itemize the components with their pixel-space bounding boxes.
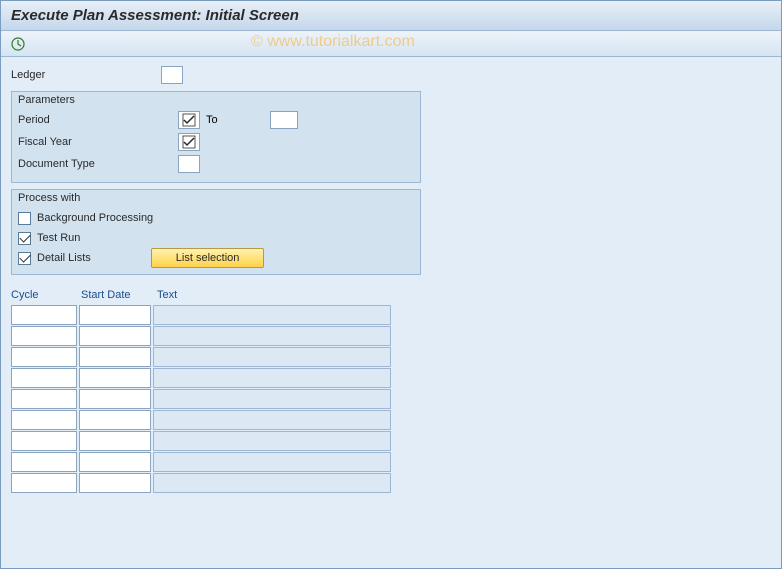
- process-title: Process with: [18, 192, 414, 204]
- watermark: © www.tutorialkart.com: [251, 33, 415, 51]
- text-input[interactable]: [153, 326, 391, 346]
- start-date-input[interactable]: [79, 410, 151, 430]
- cycle-input[interactable]: [11, 410, 77, 430]
- table-row: [11, 368, 771, 388]
- table-header-row: Cycle Start Date Text: [11, 289, 771, 301]
- start-date-input[interactable]: [79, 326, 151, 346]
- cycle-input[interactable]: [11, 389, 77, 409]
- period-row: Period To: [18, 110, 414, 130]
- table-row: [11, 389, 771, 409]
- bg-processing-checkbox[interactable]: [18, 212, 31, 225]
- text-input[interactable]: [153, 452, 391, 472]
- parameters-group: Parameters Period To Fiscal Year Documen…: [11, 91, 421, 183]
- table-row: [11, 305, 771, 325]
- text-input[interactable]: [153, 368, 391, 388]
- detail-lists-checkbox[interactable]: [18, 252, 31, 265]
- cycle-input[interactable]: [11, 452, 77, 472]
- doc-type-row: Document Type: [18, 154, 414, 174]
- bg-processing-label: Background Processing: [37, 212, 153, 224]
- text-input[interactable]: [153, 389, 391, 409]
- table-row: [11, 410, 771, 430]
- test-run-checkbox[interactable]: [18, 232, 31, 245]
- table-row: [11, 326, 771, 346]
- header-start-date: Start Date: [81, 289, 157, 301]
- process-group: Process with Background Processing Test …: [11, 189, 421, 275]
- header-cycle: Cycle: [11, 289, 81, 301]
- text-input[interactable]: [153, 410, 391, 430]
- table-row: [11, 347, 771, 367]
- bg-processing-row: Background Processing: [18, 208, 414, 228]
- test-run-label: Test Run: [37, 232, 80, 244]
- period-label: Period: [18, 114, 178, 126]
- cycle-input[interactable]: [11, 473, 77, 493]
- cycle-input[interactable]: [11, 326, 77, 346]
- start-date-input[interactable]: [79, 473, 151, 493]
- text-input[interactable]: [153, 431, 391, 451]
- text-input[interactable]: [153, 347, 391, 367]
- start-date-input[interactable]: [79, 389, 151, 409]
- doc-type-label: Document Type: [18, 158, 178, 170]
- execute-icon[interactable]: [9, 35, 27, 53]
- detail-lists-row: Detail Lists List selection: [18, 248, 414, 268]
- start-date-input[interactable]: [79, 347, 151, 367]
- cycle-input[interactable]: [11, 347, 77, 367]
- start-date-input[interactable]: [79, 452, 151, 472]
- fiscal-year-row: Fiscal Year: [18, 132, 414, 152]
- doc-type-input[interactable]: [178, 155, 200, 173]
- ledger-label: Ledger: [11, 69, 161, 81]
- start-date-input[interactable]: [79, 305, 151, 325]
- ledger-row: Ledger: [11, 65, 771, 85]
- table-row: [11, 452, 771, 472]
- fiscal-year-label: Fiscal Year: [18, 136, 178, 148]
- detail-lists-label: Detail Lists: [37, 252, 91, 264]
- text-input[interactable]: [153, 305, 391, 325]
- window-title: Execute Plan Assessment: Initial Screen: [1, 1, 781, 31]
- period-from-input[interactable]: [178, 111, 200, 129]
- cycle-input[interactable]: [11, 305, 77, 325]
- cycle-input[interactable]: [11, 368, 77, 388]
- list-selection-button[interactable]: List selection: [151, 248, 265, 268]
- text-input[interactable]: [153, 473, 391, 493]
- test-run-row: Test Run: [18, 228, 414, 248]
- period-to-label: To: [200, 114, 230, 126]
- header-text: Text: [157, 289, 397, 301]
- cycle-table: Cycle Start Date Text: [11, 289, 771, 493]
- table-row: [11, 473, 771, 493]
- cycle-input[interactable]: [11, 431, 77, 451]
- table-row: [11, 431, 771, 451]
- parameters-title: Parameters: [18, 94, 414, 106]
- start-date-input[interactable]: [79, 431, 151, 451]
- period-to-input[interactable]: [270, 111, 298, 129]
- ledger-input[interactable]: [161, 66, 183, 84]
- toolbar: © www.tutorialkart.com: [1, 31, 781, 57]
- start-date-input[interactable]: [79, 368, 151, 388]
- content-area: Ledger Parameters Period To Fiscal Year …: [1, 57, 781, 568]
- fiscal-year-input[interactable]: [178, 133, 200, 151]
